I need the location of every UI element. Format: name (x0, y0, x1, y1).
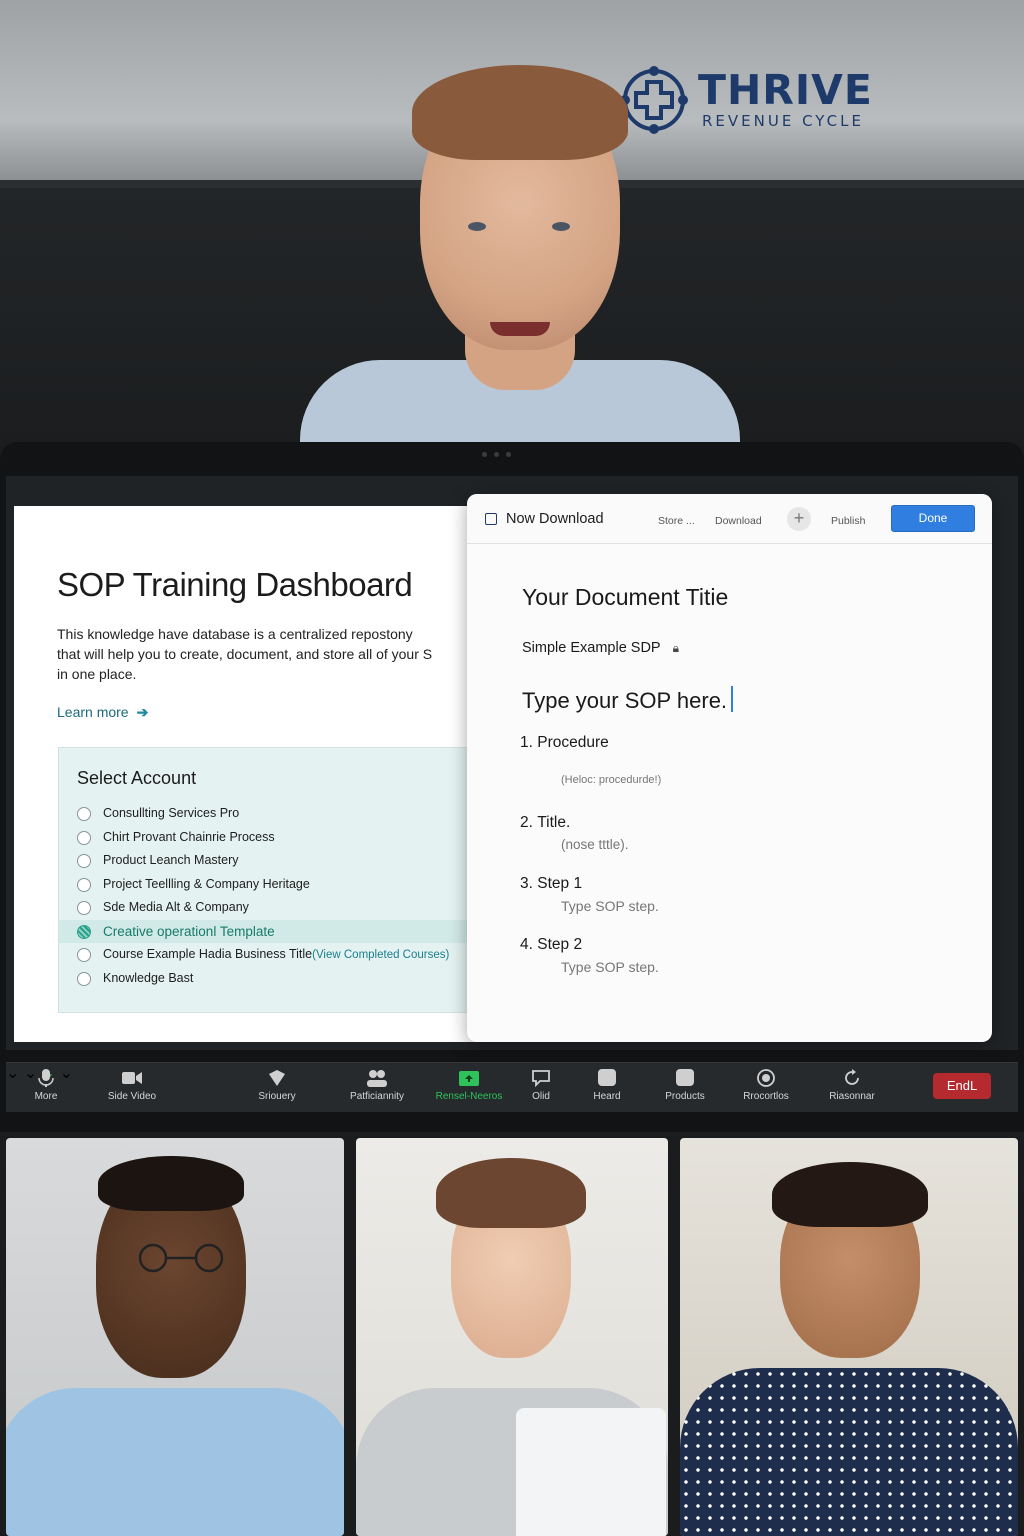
subtitle-text: Simple Example SDP (522, 640, 661, 656)
step-heading[interactable]: 1. Procedure (520, 734, 609, 752)
radio-button[interactable] (77, 971, 91, 986)
reactions-button[interactable]: Riasonnar (812, 1069, 892, 1102)
laptop-frame: SOP Training Dashboard This knowledge ha… (0, 442, 1024, 1132)
select-account-card: Select Account Consullting Services Pro … (58, 747, 485, 1013)
presenter-right-eye (552, 222, 570, 231)
radio-button[interactable] (77, 807, 91, 821)
store-button[interactable]: Store ... (658, 515, 695, 527)
dashboard-description: This knowledge have database is a centra… (57, 626, 433, 682)
side-video-button[interactable]: Side Video (92, 1069, 172, 1102)
participant-hair (772, 1162, 928, 1227)
add-icon[interactable]: + (787, 507, 811, 531)
step-hint: (Heloc: procedurde!) (561, 774, 662, 786)
eyeglasses-icon (138, 1243, 224, 1273)
participant-shirt (6, 1388, 344, 1536)
account-option[interactable]: Course Example Hadia Business Title(View… (59, 943, 485, 967)
presenter-hair (412, 65, 628, 160)
presenter-mouth (490, 322, 550, 336)
refresh-icon (845, 1069, 859, 1085)
learn-more-link[interactable]: Learn more ➔ (57, 704, 148, 721)
video-camera-icon (122, 1072, 142, 1084)
laptop-camera (482, 452, 518, 458)
more-button[interactable]: More (6, 1069, 86, 1102)
learn-more-label: Learn more (57, 704, 129, 720)
record-icon (757, 1069, 775, 1087)
account-option-selected[interactable]: Creative operationl Template (59, 919, 485, 943)
document-editor-window: Now Download Store ... Download + Publis… (467, 494, 992, 1042)
step-heading[interactable]: 2. Title. (520, 814, 570, 832)
presenter-figure (300, 60, 740, 442)
radio-button[interactable] (77, 854, 91, 868)
account-option[interactable]: Sde Media Alt & Company (59, 896, 485, 920)
dashboard-title: SOP Training Dashboard (57, 566, 413, 603)
security-button[interactable]: Sriouery (237, 1069, 317, 1102)
participant-hair (98, 1156, 244, 1211)
lock-icon: 🔒︎ (672, 641, 679, 655)
text-cursor (731, 686, 733, 712)
step-hint: Type SOP step. (561, 959, 659, 975)
radio-button[interactable] (77, 877, 91, 892)
editor-placeholder: Type your SOP here. (522, 688, 728, 713)
participant-tile-2[interactable] (356, 1138, 668, 1536)
share-screen-button[interactable]: Rensel-Neeros (429, 1069, 509, 1102)
heard-button[interactable]: Heard (567, 1069, 647, 1102)
presenter-video: THRIVE REVENUE CYCLE (0, 0, 1024, 442)
checkbox-icon[interactable] (485, 513, 497, 525)
step-hint: Type SOP step. (561, 898, 659, 914)
record-button[interactable]: Rrocortlos (726, 1069, 806, 1102)
share-screen-icon (459, 1071, 479, 1086)
square-icon (598, 1069, 616, 1086)
document-subtitle: Simple Example SDP 🔒︎ (522, 640, 679, 656)
account-option[interactable]: Product Leanch Mastery (59, 849, 485, 873)
select-account-heading: Select Account (77, 768, 197, 788)
account-list: Consullting Services Pro Chirt Provant C… (59, 802, 485, 990)
radio-button[interactable] (77, 901, 91, 915)
sop-dashboard-panel: SOP Training Dashboard This knowledge ha… (14, 506, 485, 1042)
account-option[interactable]: Consullting Services Pro (59, 802, 485, 826)
microphone-icon (38, 1069, 54, 1087)
square-icon (676, 1069, 694, 1086)
products-button[interactable]: Products (645, 1069, 725, 1102)
document-title[interactable]: Your Document Titie (522, 584, 728, 611)
arrow-right-icon: ➔ (136, 704, 149, 720)
end-meeting-button[interactable]: EndL (933, 1073, 991, 1099)
participant-tile-1[interactable] (6, 1138, 344, 1536)
done-button[interactable]: Done (891, 505, 975, 532)
participant-blouse (680, 1368, 1018, 1536)
chat-bubble-icon (532, 1070, 550, 1087)
participant-hair (436, 1158, 586, 1228)
radio-button[interactable] (77, 830, 91, 845)
sop-editor-input[interactable]: Type your SOP here. (522, 686, 733, 714)
editor-window-title: Now Download (506, 511, 604, 527)
download-button[interactable]: Download (715, 515, 762, 527)
laptop-lid (516, 1408, 666, 1536)
presenter-left-eye (468, 222, 486, 231)
publish-button[interactable]: Publish (831, 515, 865, 527)
step-heading[interactable]: 3. Step 1 (520, 875, 582, 893)
step-heading[interactable]: 4. Step 2 (520, 936, 582, 954)
participants-button[interactable]: Patficiannity (337, 1069, 417, 1102)
shield-icon (269, 1070, 285, 1086)
account-option[interactable]: Knowledge Bast (59, 967, 485, 991)
participant-tile-3[interactable] (680, 1138, 1018, 1536)
radio-button-selected[interactable] (77, 924, 91, 939)
editor-toolbar: Now Download Store ... Download + Publis… (467, 494, 992, 544)
radio-button[interactable] (77, 948, 91, 962)
shared-screen: SOP Training Dashboard This knowledge ha… (6, 476, 1018, 1050)
step-hint: (nose tttle). (561, 837, 629, 852)
participants-icon (367, 1070, 387, 1087)
meeting-toolbar: More ⌄ Side Video ⌄ Sriouery Patficianni… (6, 1062, 1018, 1112)
account-option[interactable]: Project Teellling & Company Heritage (59, 873, 485, 897)
account-option[interactable]: Chirt Provant Chainrie Process (59, 826, 485, 850)
view-completed-courses-link[interactable]: (View Completed Courses) (312, 949, 449, 961)
